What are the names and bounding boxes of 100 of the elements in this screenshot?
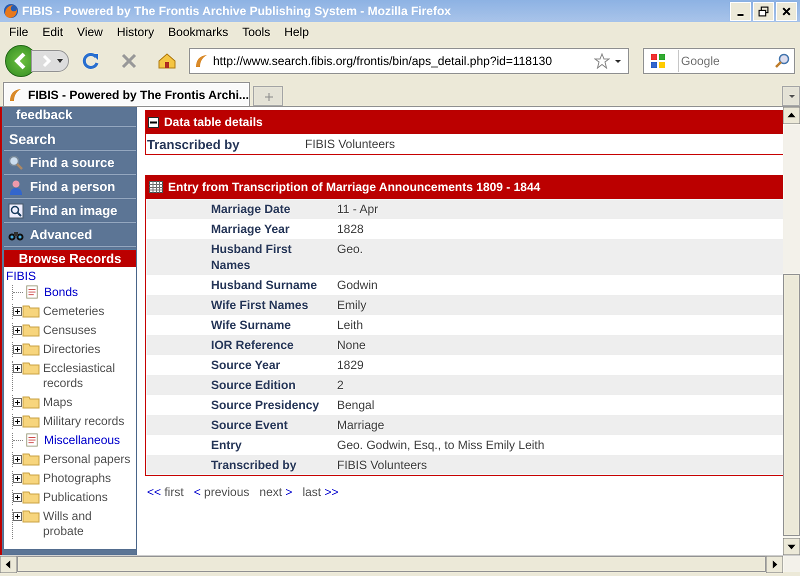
pagination-link[interactable]: last >> xyxy=(302,485,338,499)
field-value: FIBIS Volunteers xyxy=(337,457,428,473)
forward-button[interactable] xyxy=(31,50,69,72)
menu-item[interactable]: Help xyxy=(277,25,316,39)
person-icon xyxy=(8,178,24,194)
scroll-thumb[interactable] xyxy=(783,274,800,536)
field-value: 1829 xyxy=(337,357,364,373)
search-icon[interactable] xyxy=(774,53,790,69)
restore-icon xyxy=(758,6,769,16)
tree-item[interactable]: Cemeteries xyxy=(43,304,104,319)
tab-list-button[interactable] xyxy=(782,86,800,106)
menu-item[interactable]: History xyxy=(110,25,162,39)
home-icon[interactable] xyxy=(157,51,177,71)
search-menu-item[interactable]: Find an image xyxy=(4,199,136,223)
tree-item[interactable]: Censuses xyxy=(43,323,96,338)
folder-icon xyxy=(22,323,40,337)
field-label: Husband Surname xyxy=(211,277,318,293)
tree-item[interactable]: Ecclesiastical records xyxy=(43,361,133,391)
tree-root-link[interactable]: FIBIS xyxy=(6,269,136,283)
close-button[interactable] xyxy=(776,2,797,20)
field-label: IOR Reference xyxy=(211,337,295,353)
vertical-scrollbar[interactable] xyxy=(783,107,800,555)
search-menu-item[interactable]: Find a source xyxy=(4,151,136,175)
dropdown-caret-icon[interactable] xyxy=(614,57,622,65)
reload-icon[interactable] xyxy=(81,51,101,71)
search-heading: Search xyxy=(4,127,136,151)
field-value: 1828 xyxy=(337,221,364,237)
collapse-minus-icon[interactable] xyxy=(148,116,159,128)
field-value: FIBIS Volunteers xyxy=(305,137,396,151)
search-engine-icon xyxy=(650,53,666,69)
tree-item[interactable]: Directories xyxy=(43,342,100,357)
search-bar[interactable]: Google xyxy=(643,48,795,74)
window-title: FIBIS - Powered by The Frontis Archive Publishing System - Mozilla Firefox xyxy=(22,4,452,18)
menu-item[interactable]: View xyxy=(70,25,110,39)
expand-plus-icon[interactable] xyxy=(13,364,22,373)
pagination-link[interactable]: next > xyxy=(259,485,292,499)
tree-item[interactable]: Military records xyxy=(43,414,124,429)
tree-item[interactable]: Wills and probate xyxy=(43,509,133,539)
site-favicon-icon xyxy=(7,86,23,102)
expand-plus-icon[interactable] xyxy=(13,493,22,502)
tree-item[interactable]: Bonds xyxy=(44,285,78,300)
folder-icon xyxy=(22,509,40,523)
menu-item[interactable]: File xyxy=(2,25,36,39)
menu-item[interactable]: Edit xyxy=(35,25,70,39)
new-tab-button[interactable] xyxy=(253,86,283,106)
menu-item[interactable]: Tools xyxy=(235,25,278,39)
expand-plus-icon[interactable] xyxy=(13,307,22,316)
section-title: Entry from Transcription of Marriage Announcements 1809 - 1844 xyxy=(168,180,540,194)
browser-tab[interactable]: FIBIS - Powered by The Frontis Archi... xyxy=(3,82,250,106)
expand-plus-icon[interactable] xyxy=(13,398,22,407)
expand-plus-icon[interactable] xyxy=(13,512,22,521)
expand-plus-icon[interactable] xyxy=(13,345,22,354)
tab-title: FIBIS - Powered by The Frontis Archi... xyxy=(28,88,249,102)
field-value: Godwin xyxy=(337,277,378,293)
expand-plus-icon[interactable] xyxy=(13,474,22,483)
folder-icon xyxy=(22,414,40,428)
field-label: Source Edition xyxy=(211,377,297,393)
expand-plus-icon[interactable] xyxy=(13,417,22,426)
scroll-right-icon[interactable] xyxy=(766,556,783,573)
pagination-link[interactable]: << first xyxy=(147,485,184,499)
menu-item[interactable]: Bookmarks xyxy=(161,25,236,39)
field-value: 11 - Apr xyxy=(337,201,378,217)
field-value: 2 xyxy=(337,377,344,393)
field-value: Marriage xyxy=(337,417,384,433)
restore-button[interactable] xyxy=(753,2,774,20)
field-label: Entry xyxy=(211,437,243,453)
tree-item[interactable]: Personal papers xyxy=(43,452,130,467)
folder-icon xyxy=(22,490,40,504)
field-value: None xyxy=(337,337,366,353)
expand-plus-icon[interactable] xyxy=(13,455,22,464)
folder-icon xyxy=(22,304,40,318)
scroll-up-icon[interactable] xyxy=(783,107,800,124)
field-label: Wife Surname xyxy=(211,317,292,333)
image-search-icon xyxy=(8,202,24,218)
address-bar[interactable]: http://www.search.fibis.org/frontis/bin/aps_detail.php?id=118130 xyxy=(189,48,629,74)
field-value: Emily xyxy=(337,297,366,313)
scroll-down-icon[interactable] xyxy=(783,538,800,555)
minimize-button[interactable] xyxy=(730,2,751,20)
folder-icon xyxy=(22,361,40,375)
expand-plus-icon[interactable] xyxy=(13,326,22,335)
scroll-left-icon[interactable] xyxy=(0,556,17,573)
tree-item[interactable]: Maps xyxy=(43,395,72,410)
folder-icon xyxy=(22,452,40,466)
field-value: Leith xyxy=(337,317,364,333)
field-label: Source Year xyxy=(211,357,282,373)
tree-item[interactable]: Publications xyxy=(43,490,108,505)
folder-icon xyxy=(22,342,40,356)
search-menu-item[interactable]: Find a person xyxy=(4,175,136,199)
star-icon[interactable] xyxy=(594,53,610,69)
pagination-link[interactable]: < previous xyxy=(194,485,250,499)
field-label: Wife First Names xyxy=(211,297,310,313)
table-icon xyxy=(149,181,163,193)
field-label: Source Event xyxy=(211,417,289,433)
feedback-link[interactable]: feedback xyxy=(4,107,136,127)
tree-item[interactable]: Photographs xyxy=(43,471,112,486)
tree-item[interactable]: Miscellaneous xyxy=(44,433,120,448)
search-menu-item[interactable]: Advanced xyxy=(4,223,136,247)
field-label: Transcribed by xyxy=(147,136,240,152)
folder-icon xyxy=(22,471,40,485)
field-label: Husband First Names xyxy=(211,241,293,273)
